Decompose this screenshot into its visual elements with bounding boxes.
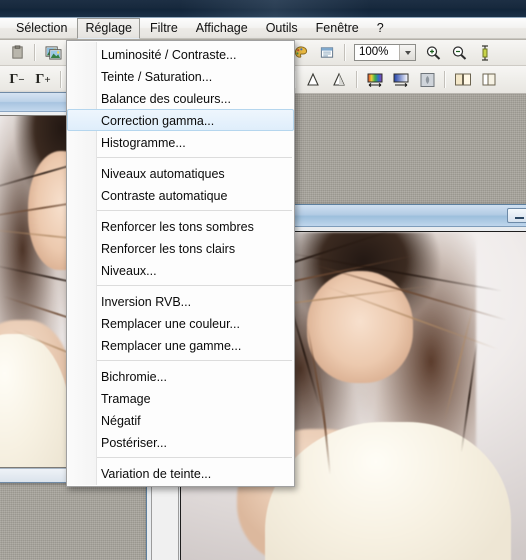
dropdown-menu-reglage[interactable]: Luminosité / Contraste... Teinte / Satur… (66, 40, 295, 487)
toolbar-separator (444, 71, 446, 88)
menu-separator (96, 285, 292, 286)
lighten-cone-icon[interactable] (301, 68, 325, 91)
darken-cone-icon[interactable] (327, 68, 351, 91)
menu-item-tramage[interactable]: Tramage (67, 387, 294, 409)
menu-item-remplacer-une-gamme[interactable]: Remplacer une gamme... (67, 334, 294, 356)
gamma-decrease-button[interactable]: Γ − (5, 68, 29, 91)
menu-item-histogramme[interactable]: Histogramme... (67, 131, 294, 153)
application-window: Sélection Réglage Filtre Affichage Outil… (0, 0, 526, 560)
menu-item-balance-des-couleurs[interactable]: Balance des couleurs... (67, 87, 294, 109)
menu-affichage[interactable]: Affichage (188, 18, 256, 39)
menu-bar: Sélection Réglage Filtre Affichage Outil… (0, 17, 526, 39)
menu-item-correction-gamma[interactable]: Correction gamma... (67, 109, 294, 131)
menu-item-niveaux[interactable]: Niveaux... (67, 259, 294, 281)
toolbar-separator (60, 71, 62, 88)
toolbar-separator (356, 71, 358, 88)
mirror-icon[interactable] (451, 68, 475, 91)
paste-icon[interactable] (5, 41, 29, 64)
minimize-icon (515, 217, 524, 219)
toolbar-separator (34, 44, 36, 61)
measure-icon[interactable] (473, 41, 497, 64)
menu-item-renforcer-tons-sombres[interactable]: Renforcer les tons sombres (67, 215, 294, 237)
gamma-increase-label: Γ (35, 71, 45, 87)
chevron-down-icon[interactable] (399, 45, 415, 60)
gamma-decrease-label: Γ (9, 71, 19, 87)
menu-item-posteriser[interactable]: Postériser... (67, 431, 294, 453)
menu-separator (96, 360, 292, 361)
blue-gradient-icon[interactable] (389, 68, 413, 91)
zoom-in-icon[interactable] (421, 41, 445, 64)
menu-item-niveaux-automatiques[interactable]: Niveaux automatiques (67, 162, 294, 184)
menu-fenetre[interactable]: Fenêtre (308, 18, 367, 39)
toolbar-separator (344, 44, 346, 61)
menu-item-inversion-rvb[interactable]: Inversion RVB... (67, 290, 294, 312)
menu-item-bichromie[interactable]: Bichromie... (67, 365, 294, 387)
gamma-increase-button[interactable]: Γ + (31, 68, 55, 91)
zoom-level-combo[interactable]: 100% (354, 44, 416, 61)
image-layer-icon[interactable] (41, 41, 65, 64)
menu-item-luminosite-contraste[interactable]: Luminosité / Contraste... (67, 43, 294, 65)
panel-icon[interactable] (315, 41, 339, 64)
gamma-decrease-sign: − (18, 73, 25, 86)
menu-filtre[interactable]: Filtre (142, 18, 186, 39)
menu-item-variation-de-teinte[interactable]: Variation de teinte... (67, 462, 294, 484)
menu-item-teinte-saturation[interactable]: Teinte / Saturation... (67, 65, 294, 87)
zoom-out-icon[interactable] (447, 41, 471, 64)
rainbow-gradient-icon[interactable] (363, 68, 387, 91)
menu-reglage[interactable]: Réglage (77, 17, 141, 39)
minimize-button[interactable] (507, 208, 526, 223)
zoom-level-value: 100% (359, 46, 389, 58)
menu-item-renforcer-tons-clairs[interactable]: Renforcer les tons clairs (67, 237, 294, 259)
menu-outils[interactable]: Outils (258, 18, 306, 39)
title-bar (0, 0, 526, 18)
menu-separator (96, 210, 292, 211)
menu-separator (96, 157, 292, 158)
menu-separator (96, 457, 292, 458)
pages-icon[interactable] (477, 68, 501, 91)
menu-item-contraste-automatique[interactable]: Contraste automatique (67, 184, 294, 206)
title-bar-gloss (180, 0, 370, 17)
menu-item-remplacer-une-couleur[interactable]: Remplacer une couleur... (67, 312, 294, 334)
menu-selection[interactable]: Sélection (8, 18, 75, 39)
gamma-increase-sign: + (44, 73, 51, 86)
menu-aide[interactable]: ? (369, 18, 392, 39)
menu-item-negatif[interactable]: Négatif (67, 409, 294, 431)
texture-icon[interactable] (415, 68, 439, 91)
